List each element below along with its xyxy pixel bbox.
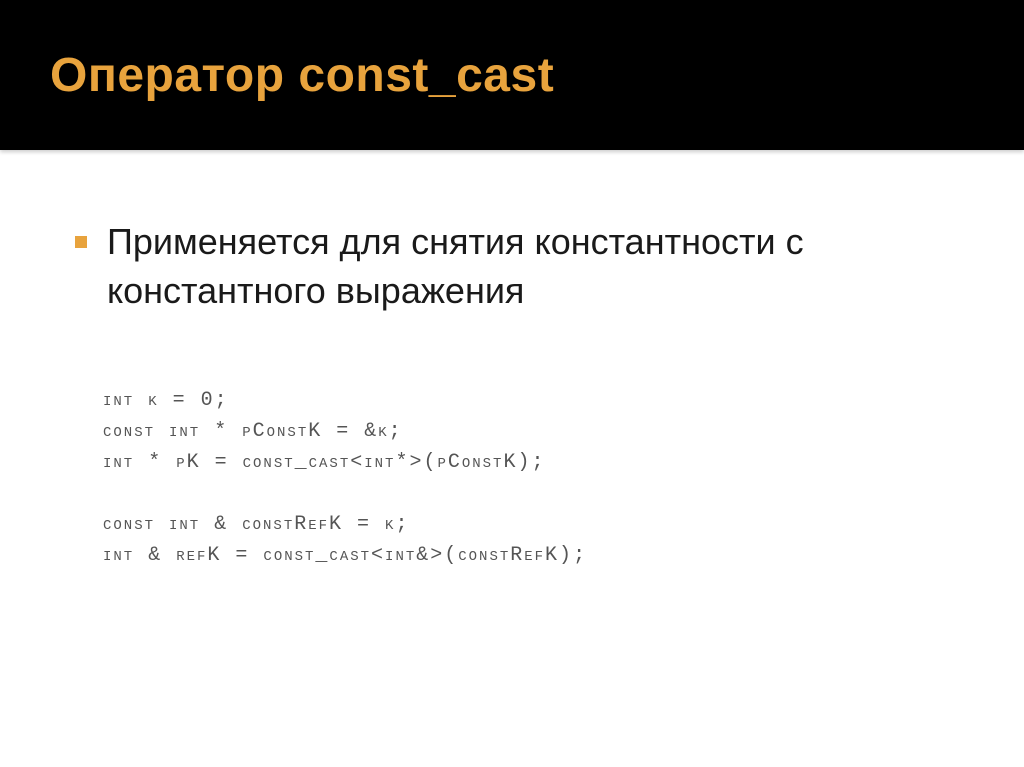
code-line: int k = 0;	[103, 389, 229, 412]
bullet-text: Применяется для снятия константности с к…	[107, 218, 964, 315]
bullet-icon	[75, 236, 87, 248]
code-line: const int * pConstK = &k;	[103, 420, 403, 443]
code-line: const int & constRefK = k;	[103, 513, 409, 536]
slide-content: Применяется для снятия константности с к…	[0, 150, 1024, 571]
code-block: int k = 0; const int * pConstK = &k; int…	[103, 385, 964, 571]
bullet-item: Применяется для снятия константности с к…	[75, 218, 964, 315]
slide-header: Оператор const_cast	[0, 0, 1024, 150]
code-line: int * pK = const_cast<int*>(pConstK);	[103, 451, 545, 474]
slide: Оператор const_cast Применяется для снят…	[0, 0, 1024, 767]
slide-title: Оператор const_cast	[50, 48, 554, 103]
code-line: int & refK = const_cast<int&>(constRefK)…	[103, 544, 587, 567]
